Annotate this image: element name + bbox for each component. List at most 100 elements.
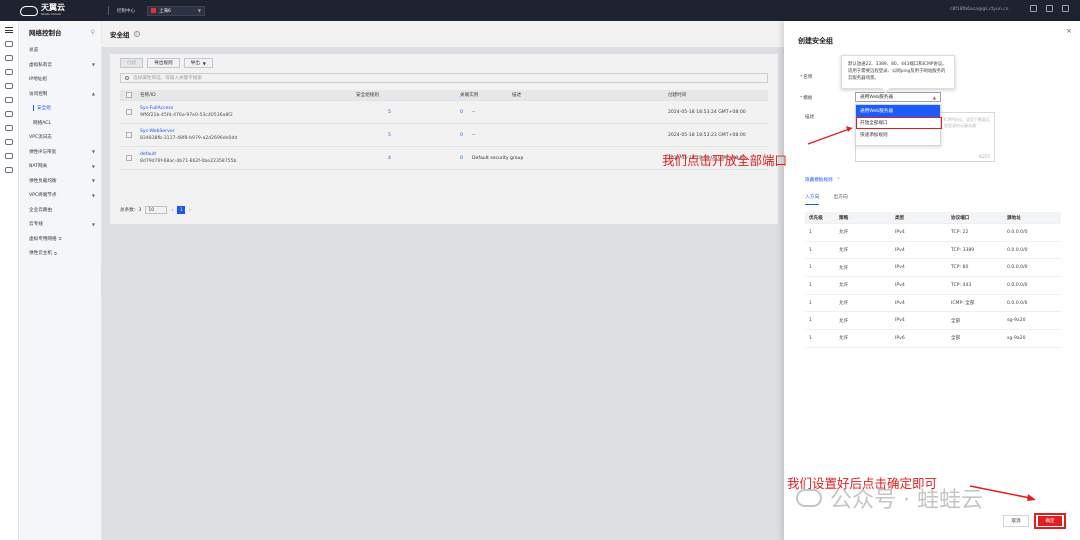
database-icon[interactable] [5, 97, 13, 103]
rule-priority: 1 [809, 282, 812, 288]
sidebar-item-label: VPC流日志 [29, 135, 52, 141]
rule-type: IPv4 [895, 265, 905, 271]
sidebar-item[interactable]: VPC终端节点 ▼ [19, 188, 101, 203]
sidebar-item[interactable]: NAT网关 ▼ [19, 159, 101, 174]
rule-source: sg-9a20 [1007, 318, 1026, 324]
sidebar-item-label: 弹性云主机 [29, 251, 52, 257]
tools-icon[interactable] [5, 153, 13, 159]
close-icon[interactable]: × [1066, 27, 1072, 35]
rule-row: 1 允许 IPv4 TCP: 80 0.0.0.0/0 [805, 259, 1061, 278]
confirm-button[interactable]: 确定 [1038, 516, 1062, 526]
brand-logo[interactable]: 天翼云 State Cloud [20, 3, 100, 18]
sidebar-item-label: NAT网关 [29, 164, 48, 170]
chevron-down-icon: ▼ [91, 163, 95, 169]
sidebar-item-label: 网络ACL [33, 120, 52, 126]
region-select[interactable]: 上海6 ▼ [147, 5, 205, 16]
col-source: 源地址 [1007, 215, 1021, 221]
sidebar-item[interactable]: 访问控制 ▲ [19, 87, 101, 102]
rule-priority: 1 [809, 335, 812, 341]
sidebar-item[interactable]: 网络ACL [19, 116, 101, 131]
template-select[interactable]: 通用Web服务器 ▲ [855, 92, 941, 102]
help-icon[interactable] [1046, 5, 1053, 12]
rule-source: 0.0.0.0/0 [1007, 247, 1028, 253]
compute-icon[interactable] [5, 55, 13, 61]
template-dropdown: 通用Web服务器 开放全部端口 快速添加规则 [855, 104, 942, 146]
sidebar-items: 总览 虚拟私有云 ▼ IP地址组 访问控制 ▲ 安全组 网络ACL VPC流日志 弹性IP与带宽 ▼… [19, 43, 101, 261]
sidebar-item-label: 弹性负载均衡 [29, 178, 57, 184]
rule-port: ICMP: 全部 [951, 301, 975, 307]
option-web-server[interactable]: 通用Web服务器 [856, 105, 940, 117]
chevron-down-icon: ▼ [91, 192, 95, 198]
cdn-icon[interactable] [5, 139, 13, 145]
storage-icon[interactable] [5, 69, 13, 75]
rule-port: TCP: 80 [951, 265, 969, 271]
drawer-title: 创建安全组 [798, 37, 833, 45]
settings-icon[interactable] [1062, 5, 1069, 12]
rule-priority: 1 [809, 247, 812, 253]
sidebar-item[interactable]: 弹性IP与带宽 ▼ [19, 145, 101, 160]
template-value: 通用Web服务器 [860, 95, 893, 100]
sidebar-item[interactable]: 企业云路由 [19, 203, 101, 218]
rule-type: IPv6 [895, 335, 905, 341]
chevron-up-icon: ⌃ [836, 178, 841, 183]
message-icon[interactable] [1030, 5, 1037, 12]
overview-icon[interactable] [5, 41, 13, 47]
account-name[interactable]: c8f18fb6aca@gs.ctyun.cn [950, 7, 1008, 12]
sidebar-item[interactable]: 弹性云主机 ⧉ [19, 246, 101, 261]
sidebar-item[interactable]: 总览 [19, 43, 101, 58]
cancel-button[interactable]: 取消 [1003, 515, 1029, 527]
sidebar-item[interactable]: 虚拟私有云 ▼ [19, 58, 101, 73]
rule-type: IPv4 [895, 318, 905, 324]
sidebar-item[interactable]: 安全组 [19, 101, 101, 116]
sidebar-item[interactable]: 云专线 ▼ [19, 217, 101, 232]
annotation-open-ports: 我们点击开放全部端口 [662, 153, 788, 168]
more-icon[interactable] [5, 167, 13, 173]
tab-outbound[interactable]: 出方向 [833, 193, 847, 205]
rule-policy: 允许 [839, 336, 849, 342]
rule-port: 全部 [951, 336, 961, 342]
rule-priority: 1 [809, 229, 812, 235]
sidebar-item-label: 安全组 [37, 106, 51, 112]
option-open-all-ports[interactable]: 开放全部端口 [856, 117, 942, 129]
col-priority: 优先级 [809, 215, 823, 221]
rule-port: TCP: 443 [951, 282, 972, 288]
rule-policy: 允许 [839, 283, 849, 289]
menu-icon[interactable] [5, 27, 13, 33]
sidebar-item[interactable]: IP地址组 [19, 72, 101, 87]
console-link[interactable]: 控制中心 [117, 8, 135, 14]
confirm-button-highlight: 确定 [1034, 513, 1066, 529]
sidebar-item-label: 虚拟专用网络 [29, 236, 57, 242]
sidebar-title: 网络控制台 [29, 29, 62, 37]
rule-type: IPv4 [895, 282, 905, 288]
drawer-backdrop[interactable] [102, 21, 784, 540]
rule-port: TCP: 22 [951, 229, 969, 235]
sidebar: 网络控制台 ⚲ 总览 虚拟私有云 ▼ IP地址组 访问控制 ▲ 安全组 网络ACL VPC流日志… [19, 21, 102, 540]
rule-priority: 1 [809, 265, 812, 271]
sidebar-item[interactable]: 弹性负载均衡 ▼ [19, 174, 101, 189]
sidebar-item[interactable]: 虚拟专用网络 ⧉ [19, 232, 101, 247]
template-tooltip: 默认放通22、3389、80、443端口和ICMP协议。适用于需要远程登录、公网… [841, 55, 955, 89]
chevron-down-icon: ▼ [91, 221, 95, 227]
option-quick-add-rules[interactable]: 快速添加规则 [856, 129, 940, 141]
security-icon[interactable] [5, 111, 13, 117]
tab-inbound[interactable]: 入方向 [805, 193, 820, 205]
monitor-icon[interactable] [5, 125, 13, 131]
col-policy: 策略 [839, 215, 849, 221]
sidebar-item-label: 虚拟私有云 [29, 62, 52, 68]
sidebar-item-label: 总览 [29, 48, 39, 54]
region-flag-icon [151, 8, 156, 13]
rule-port: TCP: 3389 [951, 247, 975, 253]
char-counter: 0/255 [978, 154, 990, 159]
network-icon[interactable] [5, 83, 13, 89]
rules-header: 优先级 策略 类型 协议端口 源地址 [805, 212, 1061, 224]
sidebar-item-label: IP地址组 [29, 77, 47, 83]
hide-template-rules-toggle[interactable]: 隐藏模板规则 ⌃ [805, 177, 840, 183]
col-type: 类型 [895, 215, 905, 221]
search-icon[interactable]: ⚲ [91, 29, 95, 36]
rule-source: 0.0.0.0/0 [1007, 229, 1028, 235]
rule-row: 1 允许 IPv4 TCP: 443 0.0.0.0/0 [805, 277, 1061, 295]
rule-source: 0.0.0.0/0 [1007, 265, 1028, 271]
sidebar-item[interactable]: VPC流日志 [19, 130, 101, 145]
chevron-up-icon: ▲ [91, 91, 95, 97]
top-icons [1030, 5, 1069, 12]
